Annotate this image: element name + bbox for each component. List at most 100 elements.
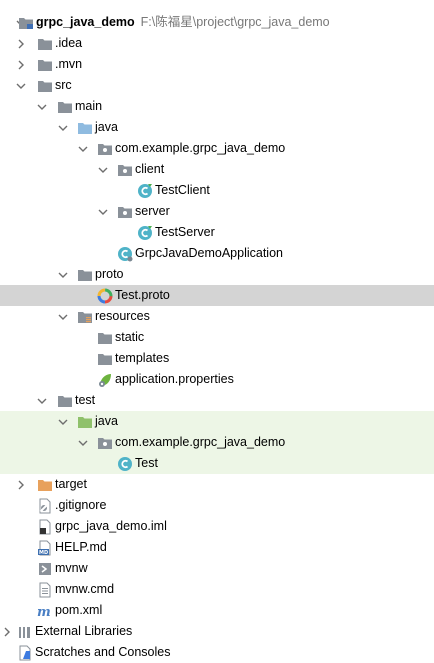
iml-label: grpc_java_demo.iml [55,519,167,533]
chevron-down-icon[interactable] [35,390,49,411]
tree-row-src[interactable]: src [0,75,434,96]
maven-file-icon: m [37,603,53,619]
chevron-down-icon[interactable] [96,201,110,222]
package-icon [117,162,133,178]
help-label: HELP.md [55,540,107,554]
testclient-label: TestClient [155,183,210,197]
chevron-down-icon[interactable] [56,306,70,327]
tree-row-static[interactable]: static [0,327,434,348]
tree-row-test-class[interactable]: Test [0,453,434,474]
tree-row-test-java[interactable]: java [0,411,434,432]
folder-icon [37,36,53,52]
tree-row-client[interactable]: client [0,159,434,180]
package-icon [117,204,133,220]
target-label: target [55,477,87,491]
resources-folder-icon [77,309,93,325]
chevron-down-icon[interactable] [56,117,70,138]
folder-icon [97,330,113,346]
chevron-down-icon[interactable] [96,159,110,180]
client-label: client [135,162,165,176]
tree-row-test-proto[interactable]: Test.proto [0,285,434,306]
pom-label: pom.xml [55,603,103,617]
gitignore-file-icon [37,498,53,514]
source-folder-icon [77,120,93,136]
tree-row-idea[interactable]: .idea [0,33,434,54]
chevron-down-icon[interactable] [14,75,28,96]
test-java-label: java [95,414,118,428]
svg-text:MD: MD [39,550,48,556]
java-class-icon [117,456,133,472]
excluded-folder-icon [37,477,53,493]
mvnw-label: mvnw [55,561,88,575]
tree-row-application-properties[interactable]: application.properties [0,369,434,390]
spring-properties-icon [97,372,113,388]
text-file-icon [37,582,53,598]
root-path: F:\陈福星\project\grpc_java_demo [140,15,330,29]
folder-icon [37,57,53,73]
idea-label: .idea [55,36,83,50]
folder-icon [97,351,113,367]
package-icon [97,141,113,157]
main-label: main [75,99,103,113]
tree-row-external-libraries[interactable]: External Libraries [0,621,434,642]
tree-row-gitignore[interactable]: .gitignore [0,495,434,516]
tree-row-main[interactable]: main [0,96,434,117]
chevron-right-icon[interactable] [14,474,28,495]
chevron-down-icon[interactable] [56,264,70,285]
root-label: grpc_java_demo F:\陈福星\project\grpc_java_d… [36,12,330,33]
tree-row-testserver[interactable]: TestServer [0,222,434,243]
templates-label: templates [115,351,170,365]
gitignore-label: .gitignore [55,498,107,512]
tree-row-root[interactable]: grpc_java_demo F:\陈福星\project\grpc_java_d… [0,12,434,33]
shell-script-icon [37,561,53,577]
test-package-label: com.example.grpc_java_demo [115,435,286,449]
test-label: test [75,393,96,407]
tree-row-application-class[interactable]: GrpcJavaDemoApplication [0,243,434,264]
tree-row-proto[interactable]: proto [0,264,434,285]
tree-row-templates[interactable]: templates [0,348,434,369]
tree-row-test-package[interactable]: com.example.grpc_java_demo [0,432,434,453]
tree-row-mvnw[interactable]: mvnw [0,558,434,579]
tree-row-main-package[interactable]: com.example.grpc_java_demo [0,138,434,159]
java-class-icon [137,183,153,199]
tree-row-help[interactable]: MD HELP.md [0,537,434,558]
main-java-label: java [95,120,118,134]
external-libraries-label: External Libraries [35,624,133,638]
scratches-icon [17,645,33,661]
protobuf-file-icon [97,288,113,304]
markdown-file-icon: MD [37,540,53,556]
chevron-down-icon[interactable] [76,138,90,159]
tree-row-main-java[interactable]: java [0,117,434,138]
tree-row-mvnw-cmd[interactable]: mvnw.cmd [0,579,434,600]
root-name: grpc_java_demo [36,15,135,29]
mvn-label: .mvn [55,57,83,71]
java-class-icon [117,246,133,262]
tree-row-mvn[interactable]: .mvn [0,54,434,75]
tree-row-testclient[interactable]: TestClient [0,180,434,201]
folder-icon [37,78,53,94]
tree-row-iml[interactable]: grpc_java_demo.iml [0,516,434,537]
test-source-folder-icon [77,414,93,430]
tree-row-test[interactable]: test [0,390,434,411]
tree-row-resources[interactable]: resources [0,306,434,327]
tree-row-server[interactable]: server [0,201,434,222]
chevron-right-icon[interactable] [14,33,28,54]
chevron-down-icon[interactable] [56,411,70,432]
application-class-label: GrpcJavaDemoApplication [135,246,283,260]
java-class-icon [137,225,153,241]
tree-row-pom[interactable]: m pom.xml [0,600,434,621]
folder-icon [57,393,73,409]
test-class-label: Test [135,456,158,470]
chevron-down-icon[interactable] [35,96,49,117]
library-icon [17,624,33,640]
application-properties-label: application.properties [115,372,234,386]
chevron-down-icon[interactable] [76,432,90,453]
folder-icon [77,267,93,283]
mvnw-cmd-label: mvnw.cmd [55,582,115,596]
tree-row-target[interactable]: target [0,474,434,495]
chevron-right-icon[interactable] [14,54,28,75]
chevron-right-icon[interactable] [0,621,14,642]
svg-text:m: m [37,605,51,619]
resources-label: resources [95,309,150,323]
src-label: src [55,78,72,92]
